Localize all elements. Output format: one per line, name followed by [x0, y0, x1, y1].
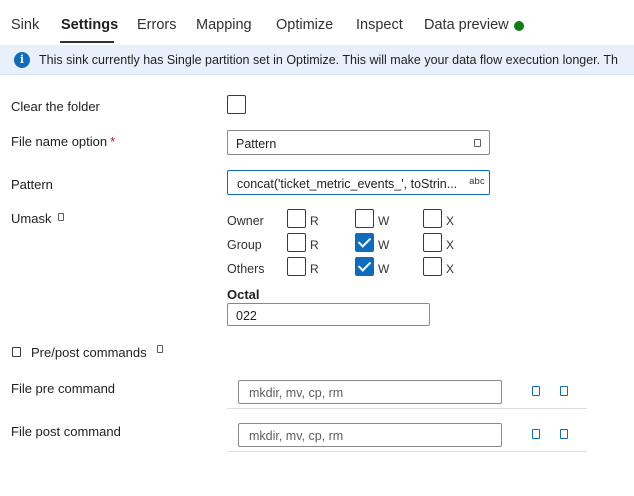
- file-pre-command-input[interactable]: mkdir, mv, cp, rm: [238, 380, 502, 404]
- banner-text: This sink currently has Single partition…: [39, 53, 618, 67]
- status-dot-icon: [514, 21, 524, 31]
- active-tab-indicator: [60, 41, 114, 43]
- add-dynamic-content-icon[interactable]: [532, 429, 540, 439]
- others-write-checkbox[interactable]: [355, 257, 374, 276]
- tab-optimize[interactable]: Optimize: [276, 17, 333, 33]
- info-banner: i This sink currently has Single partiti…: [0, 45, 634, 75]
- file-name-option-label: File name option *: [11, 134, 116, 149]
- umask-row-others-label: Others: [227, 262, 265, 276]
- read-letter: R: [310, 238, 319, 252]
- umask-info-icon[interactable]: [58, 213, 64, 221]
- pattern-label: Pattern: [11, 177, 53, 192]
- others-read-checkbox[interactable]: [287, 257, 306, 276]
- tab-sink[interactable]: Sink: [11, 17, 39, 33]
- group-read-checkbox[interactable]: [287, 233, 306, 252]
- clear-folder-label: Clear the folder: [11, 99, 100, 114]
- delete-icon[interactable]: [560, 429, 568, 439]
- file-name-option-value: Pattern: [236, 137, 277, 151]
- add-dynamic-content-icon[interactable]: [532, 386, 540, 396]
- owner-execute-checkbox[interactable]: [423, 209, 442, 228]
- execute-letter: X: [446, 238, 455, 252]
- file-pre-command-placeholder: mkdir, mv, cp, rm: [249, 386, 344, 400]
- info-icon: i: [14, 52, 30, 68]
- read-letter: R: [310, 214, 319, 228]
- clear-folder-checkbox[interactable]: [227, 95, 246, 114]
- pattern-value: concat('ticket_metric_events_', toStrin.…: [237, 177, 458, 191]
- file-post-command-input[interactable]: mkdir, mv, cp, rm: [238, 423, 502, 447]
- required-mark: *: [110, 134, 116, 149]
- tab-errors[interactable]: Errors: [137, 17, 176, 33]
- file-pre-command-label: File pre command: [11, 381, 116, 396]
- tab-mapping[interactable]: Mapping: [196, 17, 252, 33]
- write-letter: W: [378, 214, 390, 228]
- umask-label: Umask: [11, 211, 52, 226]
- tab-data-preview[interactable]: Data preview: [424, 17, 509, 33]
- write-letter: W: [378, 238, 390, 252]
- abc-type-icon: abc: [469, 176, 485, 187]
- pre-post-info-icon[interactable]: [157, 345, 163, 353]
- delete-icon[interactable]: [560, 386, 568, 396]
- file-name-option-dropdown[interactable]: Pattern: [227, 130, 490, 155]
- collapse-icon[interactable]: [12, 347, 21, 357]
- group-write-checkbox[interactable]: [355, 233, 374, 252]
- write-letter: W: [378, 262, 390, 276]
- row-divider: [227, 408, 587, 409]
- tab-settings[interactable]: Settings: [61, 17, 118, 33]
- pre-post-commands-title: Pre/post commands: [31, 345, 147, 360]
- octal-value: 022: [236, 309, 257, 323]
- umask-row-owner-label: Owner: [227, 214, 264, 228]
- tab-bar: Sink Settings Errors Mapping Optimize In…: [0, 0, 634, 45]
- row-divider: [227, 451, 587, 452]
- execute-letter: X: [446, 262, 455, 276]
- chevron-down-icon: [474, 139, 481, 147]
- pattern-input[interactable]: concat('ticket_metric_events_', toStrin.…: [227, 170, 490, 195]
- tab-inspect[interactable]: Inspect: [356, 17, 403, 33]
- execute-letter: X: [446, 214, 455, 228]
- owner-write-checkbox[interactable]: [355, 209, 374, 228]
- owner-read-checkbox[interactable]: [287, 209, 306, 228]
- file-post-command-label: File post command: [11, 424, 121, 439]
- octal-label: Octal: [227, 287, 260, 302]
- file-post-command-placeholder: mkdir, mv, cp, rm: [249, 429, 344, 443]
- read-letter: R: [310, 262, 319, 276]
- umask-row-group-label: Group: [227, 238, 262, 252]
- group-execute-checkbox[interactable]: [423, 233, 442, 252]
- octal-input[interactable]: 022: [227, 303, 430, 326]
- others-execute-checkbox[interactable]: [423, 257, 442, 276]
